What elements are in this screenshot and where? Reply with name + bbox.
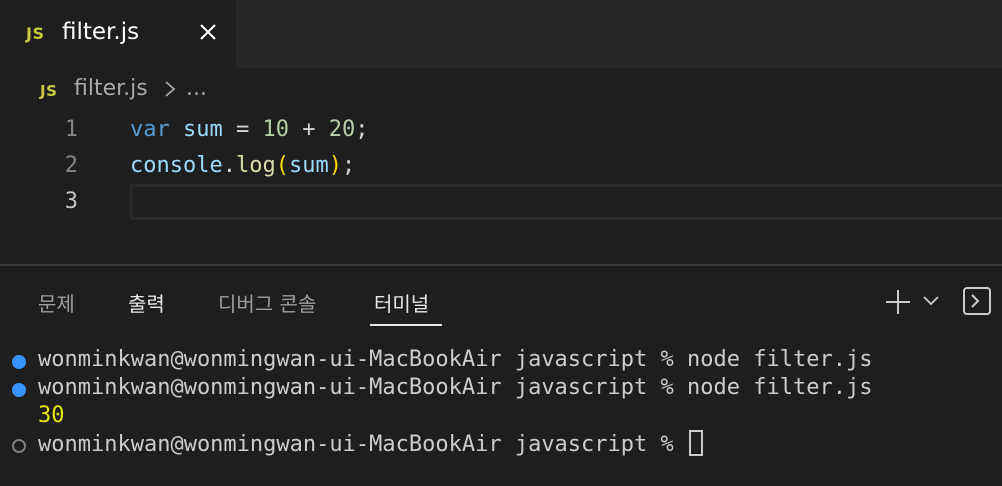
- terminal-icon[interactable]: [962, 286, 992, 316]
- line-number: 1: [64, 117, 78, 142]
- terminal-cursor: [689, 430, 704, 456]
- token-variable: sum: [288, 153, 329, 178]
- terminal-prompt: wonminkwan@wonmingwan-ui-MacBookAir java…: [38, 432, 688, 457]
- token-punctuation: ;: [341, 153, 356, 178]
- token-function: log: [235, 153, 276, 178]
- terminal-line: wonminkwan@wonmingwan-ui-MacBookAir java…: [38, 375, 873, 400]
- command-status-dot[interactable]: [12, 383, 26, 397]
- token-operator: +: [289, 117, 329, 142]
- breadcrumb-ellipsis[interactable]: ...: [186, 76, 207, 101]
- token-keyword: var: [130, 117, 170, 142]
- token-variable: sum: [183, 117, 223, 142]
- current-line-highlight: [130, 184, 1002, 220]
- command-status-dot: [12, 439, 26, 453]
- close-icon[interactable]: [196, 20, 220, 44]
- chevron-right-icon: [165, 81, 176, 97]
- line-number: 3: [64, 189, 78, 214]
- tab-terminal[interactable]: 터미널: [374, 288, 429, 317]
- line-number: 2: [64, 153, 78, 178]
- token-paren: ): [328, 153, 342, 178]
- tab-problems[interactable]: 문제: [38, 288, 75, 317]
- chevron-down-icon[interactable]: [922, 294, 940, 308]
- tab-filter-js[interactable]: JS filter.js: [0, 0, 236, 68]
- token-punctuation: .: [222, 153, 236, 178]
- code-editor[interactable]: 1 var sum = 10 + 20; 2 console.log(sum);…: [0, 112, 1002, 264]
- command-status-dot[interactable]: [12, 355, 26, 369]
- bottom-panel: 문제 출력 디버그 콘솔 터미널 wonminkwan@wonmingwan-u…: [0, 266, 1002, 486]
- terminal-line: wonminkwan@wonmingwan-ui-MacBookAir java…: [38, 347, 873, 372]
- tab-output[interactable]: 출력: [128, 288, 165, 317]
- js-file-icon: JS: [26, 24, 45, 43]
- editor-tab-bar: JS filter.js: [0, 0, 1002, 68]
- breadcrumb-file[interactable]: filter.js: [74, 76, 148, 101]
- code-line-current: 3: [0, 184, 1002, 220]
- plus-icon[interactable]: [884, 288, 912, 316]
- active-tab-indicator: [370, 324, 442, 326]
- terminal-output-line: 30: [38, 403, 65, 428]
- token-paren: (: [275, 153, 289, 178]
- code-line: 2 console.log(sum);: [0, 148, 1002, 184]
- terminal-prompt-line: wonminkwan@wonmingwan-ui-MacBookAir java…: [38, 430, 704, 459]
- code-line: 1 var sum = 10 + 20;: [0, 112, 1002, 148]
- token-variable: console: [130, 153, 223, 178]
- token-punctuation: ;: [355, 117, 369, 142]
- code-text: var sum = 10 + 20;: [130, 112, 369, 148]
- breadcrumb: JS filter.js ...: [0, 68, 1002, 112]
- tab-debug-console[interactable]: 디버그 콘솔: [218, 288, 316, 317]
- token-operator: =: [222, 117, 263, 142]
- js-file-icon: JS: [40, 82, 58, 100]
- tab-title: filter.js: [62, 19, 140, 45]
- token-number: 20: [328, 117, 356, 142]
- token-number: 10: [262, 117, 290, 142]
- code-text: console.log(sum);: [130, 148, 355, 184]
